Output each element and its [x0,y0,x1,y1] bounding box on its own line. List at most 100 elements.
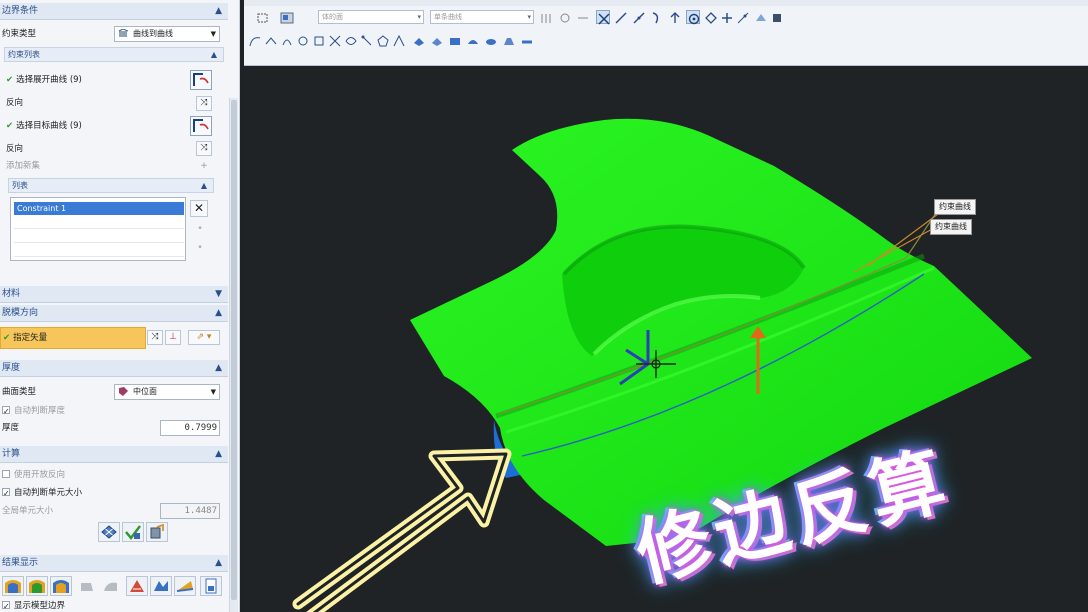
curve-tool-icon[interactable] [312,33,326,47]
snap-on-curve-icon[interactable] [736,10,750,24]
toolbar: 体的面 ▾ 单条曲线 ▾ [244,0,1088,66]
curve-tool-icon[interactable] [296,33,310,47]
curve-tool-icon[interactable] [248,33,262,47]
surface-tool-icon[interactable] [466,33,480,47]
curve-tool-icon[interactable] [360,33,374,47]
curve-tool-icon[interactable] [392,33,406,47]
export-button[interactable] [146,522,168,542]
list-item[interactable]: Constraint 1 [14,202,184,215]
scroll-thumb[interactable] [231,100,237,600]
check-icon: ✔ [6,121,14,131]
move-down-button[interactable]: • [192,241,208,256]
curve-rule-placeholder: 单条曲线 [434,13,462,21]
global-element-size-label: 全局单元大小 [2,506,54,516]
specify-vector-row[interactable]: ✔ 指定矢量 [0,327,146,349]
section-thickness-label: 厚度 [2,363,21,373]
global-element-size-input[interactable]: 1.4487 [160,503,220,519]
snap-icon[interactable] [540,10,554,24]
result-display-button-7[interactable] [150,576,172,596]
snap-point-icon[interactable] [720,10,734,24]
surface-tool-icon[interactable] [502,33,516,47]
snap-face-icon[interactable] [754,10,768,24]
result-display-button-3[interactable] [50,576,72,596]
use-open-reverse-checkbox[interactable]: 使用开放反向 [2,467,65,483]
surface-tool-icon[interactable] [412,33,426,47]
section-result-header[interactable]: 结果显示 ▲ [0,555,228,572]
snap-perpendicular-icon[interactable] [668,10,682,24]
section-compute-header[interactable]: 计算 ▲ [0,446,228,463]
constraint-type-dropdown[interactable]: 曲线到曲线 ▼ [114,26,220,42]
curve-tool-icon[interactable] [344,33,358,47]
snap-quadrant-icon[interactable] [704,10,718,24]
surface-type-dropdown[interactable]: 中位面 ▼ [114,384,220,400]
select-box-icon[interactable] [256,10,270,24]
surface-type-label: 曲面类型 [2,387,37,397]
result-display-button-5[interactable] [100,576,122,596]
compute-button[interactable] [122,522,144,542]
snap-line-icon[interactable] [614,10,628,24]
section-material-header[interactable]: 材料 ▼ [0,286,228,303]
curve-tool-icon[interactable] [280,33,294,47]
checkbox-icon [2,599,10,612]
thickness-input[interactable]: 0.7999 [160,420,220,436]
snap-icon[interactable] [576,10,590,24]
chevron-up-icon: ▲ [215,363,222,373]
surface-tool-icon[interactable] [520,33,534,47]
chevron-up-icon: ▲ [210,50,217,59]
type-filter-combo[interactable]: 体的面 ▾ [318,10,424,24]
section-thickness-header[interactable]: 厚度 ▲ [0,360,228,377]
surface-tool-icon[interactable] [430,33,444,47]
select-open-curve-row[interactable]: ✔ 选择展开曲线 (9) [6,72,82,88]
chevron-down-icon: ▾ [527,13,531,21]
surface-tool-icon[interactable] [448,33,462,47]
curve-tool-icon[interactable] [376,33,390,47]
auto-thickness-checkbox[interactable]: 自动判断厚度 [2,403,65,420]
chevron-up-icon: ▲ [215,449,222,459]
section-draw-direction-header[interactable]: 脱模方向 ▲ [0,305,228,322]
constraint-listbox[interactable]: Constraint 1 [10,197,186,261]
reverse-vector-button[interactable]: ⤨ [147,330,163,345]
snap-center-icon[interactable] [686,10,700,25]
curve-tool-icon[interactable] [264,33,278,47]
panel-scrollbar[interactable] [229,98,238,612]
graphics-viewport[interactable]: 约束曲线 约束曲线 修边反算 [244,68,1088,612]
reverse-direction-icon: ⤨ [151,332,159,342]
snap-bounded-icon[interactable] [770,10,784,24]
surface-tool-icon[interactable] [484,33,498,47]
reverse-direction-button[interactable]: ⤨ [196,96,212,111]
add-new-set-button[interactable]: + [196,159,212,174]
select-curve-button[interactable] [190,70,212,90]
delete-button[interactable]: ✕ [190,200,208,217]
select-target-button[interactable] [190,116,212,136]
list-header[interactable]: 列表 ▲ [8,178,214,193]
mesh-button[interactable] [98,522,120,542]
axis-icon: ⊥ [169,332,177,342]
section-boundary-label: 边界条件 [2,6,39,16]
result-display-button-2[interactable] [26,576,48,596]
snap-endpoint-icon[interactable] [596,10,610,25]
move-up-button[interactable]: • [192,222,208,237]
result-display-button-4[interactable] [76,576,98,596]
show-model-boundary-checkbox[interactable]: 显示模型边界 [2,598,65,612]
curve-rule-combo[interactable]: 单条曲线 ▾ [430,10,534,24]
snap-line-icon[interactable] [632,10,646,24]
shaded-view-icon[interactable] [280,10,294,24]
curve-tool-icon[interactable] [328,33,342,47]
result-display-button-8[interactable] [174,576,196,596]
vector-dialog-button[interactable]: ⊥ [165,330,181,345]
report-icon [205,578,217,594]
result-display-button-1[interactable] [2,576,24,596]
result-display-button-6[interactable] [126,576,148,596]
auto-element-size-checkbox[interactable]: 自动判断单元大小 [2,485,82,502]
constraint-list-header[interactable]: 约束列表 ▲ [4,47,224,62]
section-boundary-header[interactable]: 边界条件 ▲ [0,3,228,20]
snap-icon[interactable] [558,10,572,24]
chevron-down-icon: ▼ [215,289,222,299]
snap-curve-icon[interactable] [650,10,664,24]
constraint-type-label: 约束类型 [2,29,37,39]
result-display-button-9[interactable] [200,576,222,596]
vector-type-dropdown[interactable]: ⇗ ▾ [188,330,220,345]
select-target-curve-row[interactable]: ✔ 选择目标曲线 (9) [6,118,82,134]
reverse-direction-button[interactable]: ⤨ [196,141,212,156]
check-icon: ✔ [3,333,11,343]
